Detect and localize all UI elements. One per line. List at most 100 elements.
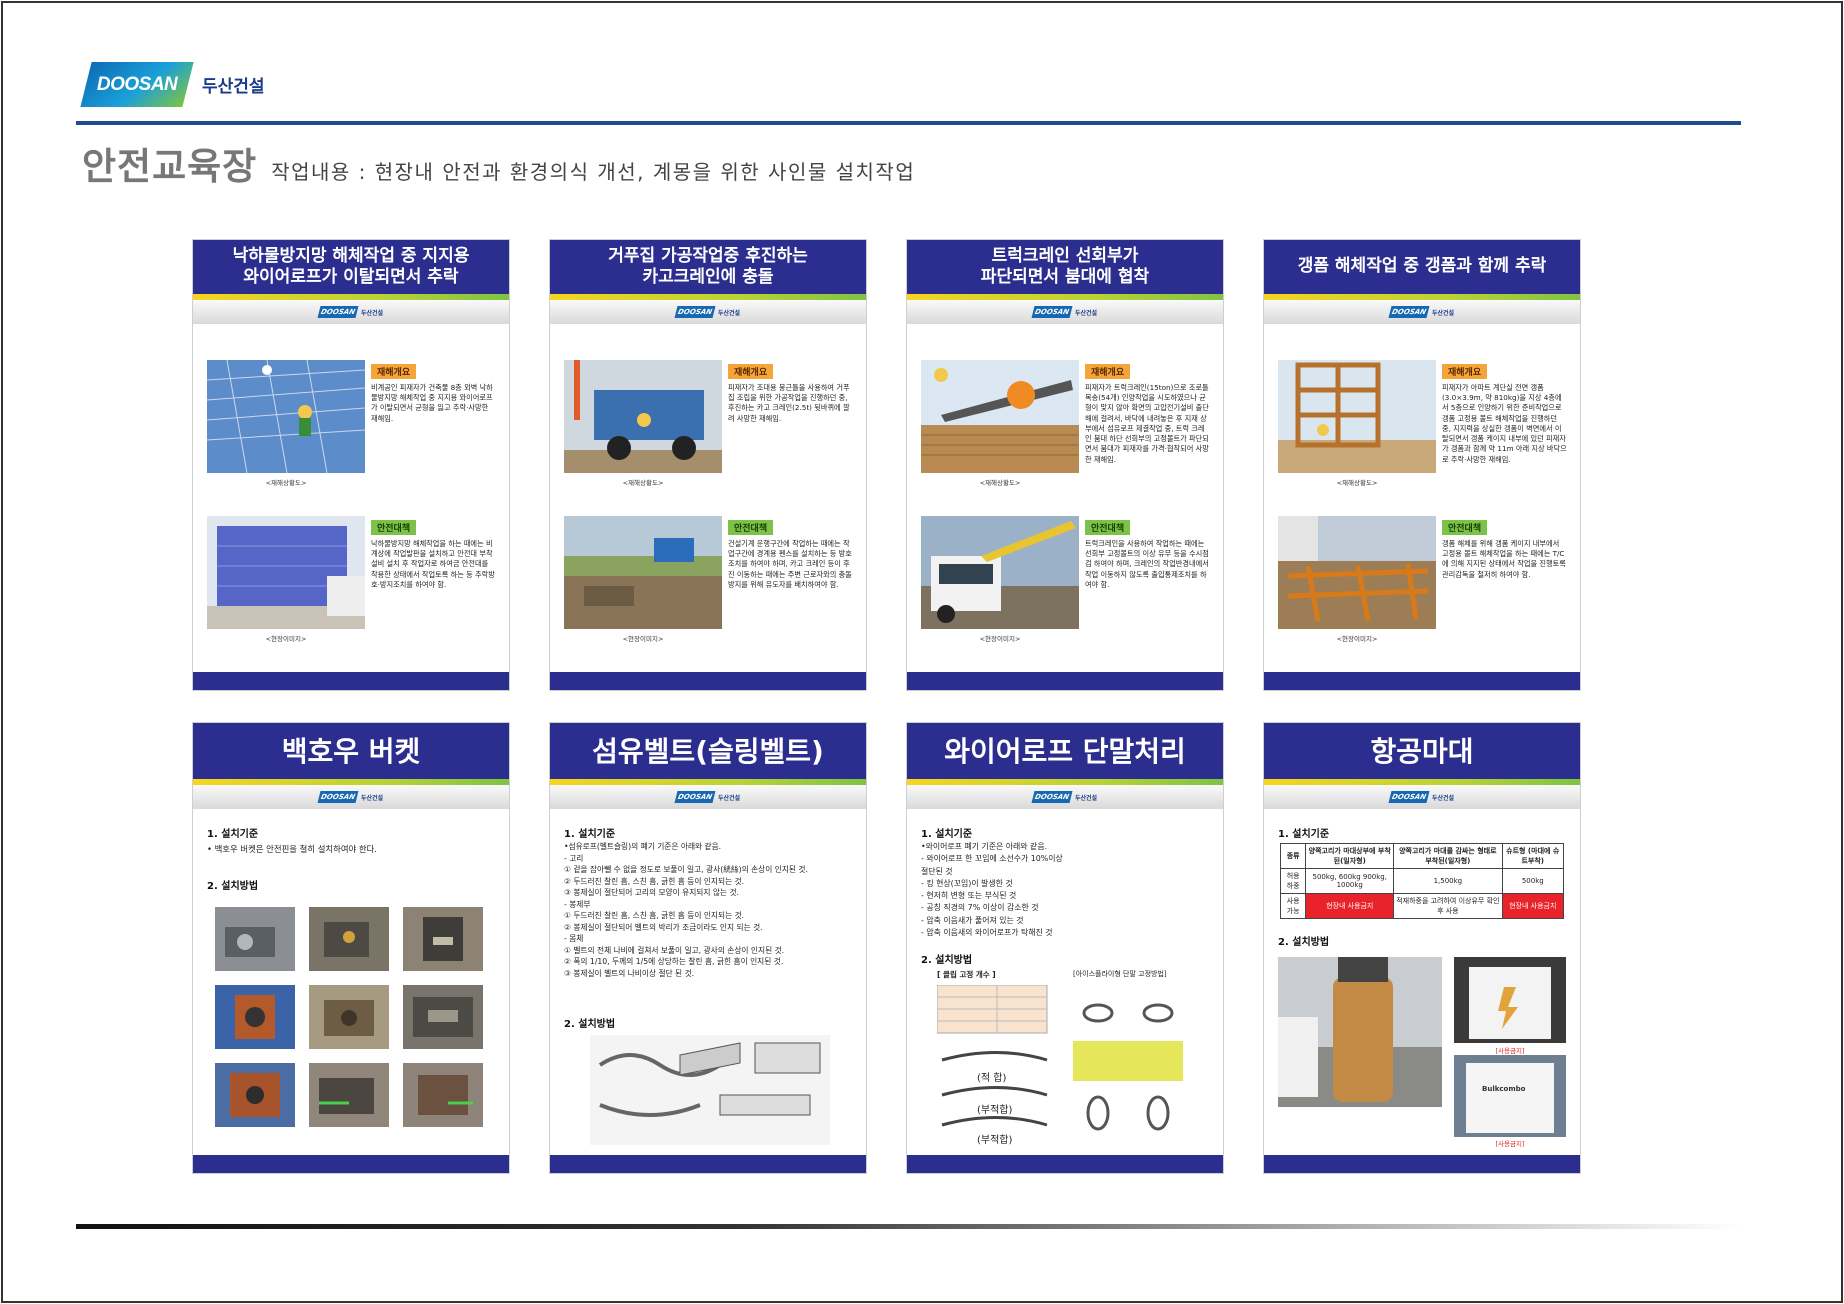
section-criteria: 1. 설치기준: [207, 829, 259, 840]
accident-illustration: [921, 360, 1079, 473]
criteria-line: ① 두드러진 찰린 흠, 스친 흠, 긁힌 흠 등이 인지되는 것.: [564, 911, 745, 921]
clip-label-bad: (부적합): [977, 1105, 1013, 1116]
table-header: 양쪽고리가 마대상부에 부착된(일자형): [1305, 843, 1395, 869]
section-criteria: 1. 설치기준: [564, 829, 616, 840]
safety-tag: 안전대책: [1085, 520, 1131, 535]
criteria-line: ③ 봉제실이 벨트의 나비이상 절단 된 것.: [564, 969, 695, 979]
poster-title-line1: 거푸집 가공작업중 후진하는: [608, 245, 808, 266]
suit-bag-photo: [1454, 957, 1566, 1043]
poster-logo: DOOSAN 두산건설: [550, 785, 866, 809]
accident-caption: <재해상황도>: [622, 479, 664, 487]
poster-title-line2: 파단되면서 붐대에 협착: [980, 267, 1150, 287]
bucket-photo: [309, 1063, 389, 1127]
accident-illustration: [564, 360, 722, 473]
poster-footer: [193, 1155, 509, 1173]
bucket-photo-grid: [215, 907, 487, 1127]
poster-title-line2: 카고크레인에 충돌: [642, 267, 774, 287]
poster-footer: [550, 672, 866, 690]
page-subtitle: 작업내용 : 현장내 안전과 환경의식 개선, 계몽을 위한 사인물 설치작업: [271, 160, 916, 184]
prohibited-caption: [사용금지]: [1495, 1047, 1525, 1055]
bucket-photo: [403, 1063, 483, 1127]
bucket-photo: [309, 907, 389, 971]
table-cell: 500kg, 600kg 900kg, 1000kg: [1305, 868, 1395, 894]
section-method: 2. 설치방법: [921, 955, 973, 966]
logo-korean: 두산건설: [202, 77, 265, 97]
bulkcombo-bag-photo: [1454, 1055, 1566, 1137]
accident-text: 비계공인 피재자가 건축물 8층 외벽 낙하물방지망 해체작업 중 지지용 와이…: [371, 383, 493, 423]
bucket-photo: [215, 907, 295, 971]
bucket-photo: [215, 985, 295, 1049]
poster-title: 트럭크레인 선회부가 파단되면서 붐대에 협착: [907, 240, 1223, 294]
criteria-list: •와이어로프 폐기 기준은 아래와 같음. - 와이어로프 한 꼬임에 소선수가…: [921, 841, 1209, 939]
eye-splice-title: [아이스플라이형 단말 고정방법]: [1073, 970, 1167, 978]
criteria-line: - 몸체: [564, 934, 584, 944]
poster-footer: [1264, 672, 1580, 690]
safety-text: 트럭크레인을 사용하여 작업하는 때에는 선회부 고정볼트의 이상 유무 등을 …: [1085, 539, 1209, 589]
poster-footer: [907, 1155, 1223, 1173]
bag-brand: Bulkcombo: [1482, 1085, 1526, 1093]
criteria-line: 절단된 것: [921, 866, 953, 876]
poster-crane-collision: 거푸집 가공작업중 후진하는 카고크레인에 충돌 DOOSAN 두산건설 재해개요 …: [549, 239, 867, 691]
site-caption: <현장이미지>: [1336, 635, 1378, 643]
bucket-photo: [309, 985, 389, 1049]
bucket-photo: [403, 907, 483, 971]
table-cell: 적재하중을 고려하여 이상유무 확인후 사용: [1393, 893, 1503, 919]
criteria-line: - 봉제부: [564, 899, 591, 909]
table-cell: 허용 하중: [1279, 868, 1307, 894]
site-caption: <현장이미지>: [979, 635, 1021, 643]
criteria-text: • 백호우 버켓은 안전핀을 철히 설치하여야 한다.: [207, 844, 377, 854]
page-title: 안전교육장: [82, 145, 258, 188]
clip-diagram: [937, 985, 1048, 1127]
safety-row: 안전대책 건설기계 운행구간에 작업하는 때에는 작업구간에 경계용 펜스를 설…: [564, 516, 854, 629]
poster-logo: DOOSAN 두산건설: [193, 300, 509, 324]
safety-text: 낙하물방지망 해체작업을 하는 때에는 비계상에 작업발판을 설치하고 안전대 …: [371, 539, 495, 589]
poster-title: 낙하물방지망 해체작업 중 지지용 와이어로프가 이탈되면서 추락: [193, 240, 509, 294]
clip-label-ok: (적 합): [977, 1073, 1007, 1084]
section-method: 2. 설치방법: [207, 881, 259, 892]
safety-row: 안전대책 낙하물방지망 해체작업을 하는 때에는 비계상에 작업발판을 설치하고…: [207, 516, 497, 629]
table-header: 슈트형 (마대에 슈트부착): [1501, 843, 1565, 869]
accident-illustration: [1278, 360, 1436, 473]
jumbo-bag-photo: [1278, 957, 1442, 1107]
poster-jumbo-bag: 항공마대 DOOSAN 두산건설 1. 설치기준 종류 양쪽고리가 마대상부에 부…: [1263, 722, 1581, 1174]
bucket-photo: [215, 1063, 295, 1127]
table-header: 종류: [1279, 843, 1307, 869]
site-photo: [207, 516, 365, 629]
poster-logo: DOOSAN 두산건설: [550, 300, 866, 324]
table-cell: 사용 가능: [1279, 893, 1307, 919]
poster-title-line1: 낙하물방지망 해체작업 중 지지용: [232, 245, 470, 266]
criteria-line: - 현저히 변형 또는 부식된 것: [921, 891, 1017, 900]
poster-logo: DOOSAN 두산건설: [1264, 300, 1580, 324]
poster-title: 백호우 버켓: [193, 723, 509, 779]
poster-logo: DOOSAN 두산건설: [907, 300, 1223, 324]
doosan-logo: DOOSAN 두산건설: [80, 62, 265, 107]
accident-illustration: [206, 359, 366, 474]
section-criteria: 1. 설치기준: [1278, 829, 1330, 840]
poster-title-line1: 트럭크레인 선회부가: [991, 245, 1139, 266]
criteria-line: •섬유로프(벨트슬링)의 폐기 기준은 아래와 같음.: [564, 842, 722, 851]
poster-footer: [1264, 1155, 1580, 1173]
criteria-line: ② 두드러진 찰린 흠, 스친 흠, 긁힌 흠 등이 인지되는 것.: [564, 876, 745, 886]
table-cell: 1,500kg: [1393, 868, 1503, 894]
safety-text: 갱폼 해체를 위해 갱폼 케이지 내부에서 고정용 볼트 해체작업을 하는 때에…: [1442, 539, 1566, 579]
poster-title: 섬유벨트(슬링벨트): [550, 723, 866, 779]
site-photo: [1278, 516, 1436, 629]
header-rule: [76, 121, 1741, 125]
accident-tag: 재해개요: [371, 364, 417, 379]
site-photo: [564, 516, 722, 629]
accident-tag: 재해개요: [1085, 364, 1131, 379]
poster-sling-belt: 섬유벨트(슬링벨트) DOOSAN 두산건설 1. 설치기준 •섬유로프(벨트슬링…: [549, 722, 867, 1174]
clip-count-title: [ 클립 고정 개수 ]: [937, 970, 996, 979]
poster-title-line1: 갱폼 해체작업 중 갱폼과 함께 추락: [1297, 256, 1547, 277]
section-method: 2. 설치방법: [564, 1019, 616, 1030]
criteria-line: - 압축 이음새가 풀어져 있는 것: [921, 915, 1024, 925]
eye-splice-diagram: [1073, 1003, 1183, 1131]
poster-wire-rope: 와이어로프 단말처리 DOOSAN 두산건설 1. 설치기준 •와이어로프 폐기 …: [906, 722, 1224, 1174]
poster-title: 거푸집 가공작업중 후진하는 카고크레인에 충돌: [550, 240, 866, 294]
table-cell-prohibited: 현장내 사용금지: [1501, 893, 1565, 919]
poster-backhoe-bucket: 백호우 버켓 DOOSAN 두산건설 1. 설치기준 • 백호우 버켓은 안전핀을…: [192, 722, 510, 1174]
doosan-logo-mark: DOOSAN: [80, 62, 194, 107]
site-photo: [921, 516, 1079, 629]
footer-rule: [76, 1224, 1741, 1229]
accident-caption: <재해상황도>: [265, 479, 307, 487]
